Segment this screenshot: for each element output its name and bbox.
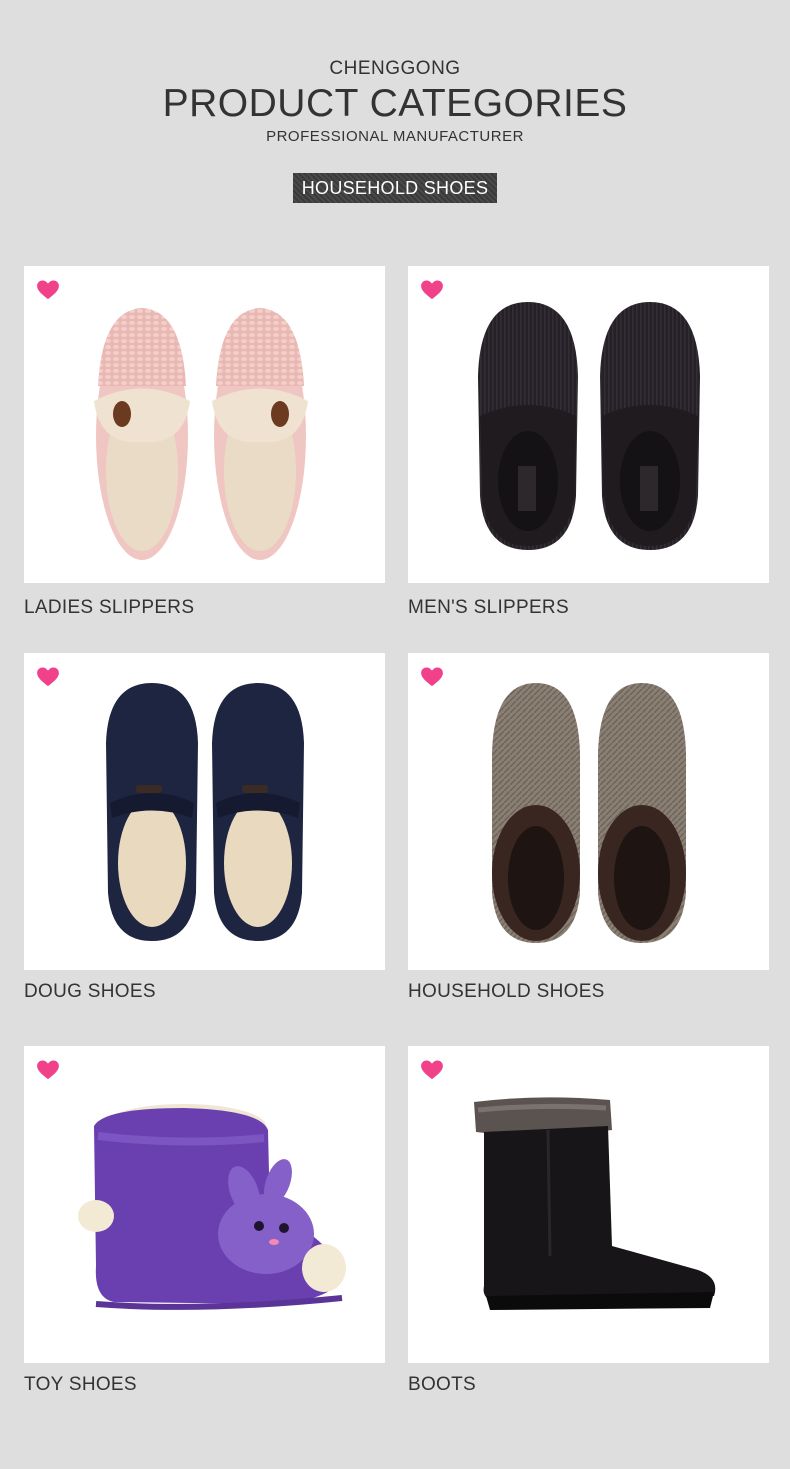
product-label[interactable]: LADIES SLIPPERS <box>24 597 194 619</box>
product-card-doug-shoes[interactable] <box>24 653 385 970</box>
navy-moccasins-image <box>106 683 304 941</box>
product-label[interactable]: BOOTS <box>408 1374 476 1396</box>
product-label[interactable]: TOY SHOES <box>24 1374 137 1396</box>
product-card-mens-slippers[interactable] <box>408 266 769 583</box>
product-label[interactable]: DOUG SHOES <box>24 981 156 1003</box>
product-card-toy-shoes[interactable] <box>24 1046 385 1363</box>
pink-knit-slippers-image <box>94 308 308 560</box>
product-label[interactable]: MEN'S SLIPPERS <box>408 597 569 619</box>
product-card-boots[interactable] <box>408 1046 769 1363</box>
heart-icon[interactable] <box>37 280 59 300</box>
black-suede-boot-image <box>474 1097 716 1310</box>
heart-icon[interactable] <box>37 1060 59 1080</box>
tweed-slippers-image <box>492 683 686 943</box>
product-card-ladies-slippers[interactable] <box>24 266 385 583</box>
page-title: PRODUCT CATEGORIES <box>162 82 628 125</box>
heart-icon[interactable] <box>421 667 443 687</box>
black-corduroy-slippers-image <box>478 302 700 550</box>
brand-name: CHENGGONG <box>329 58 461 79</box>
heart-icon[interactable] <box>421 1060 443 1080</box>
heart-icon[interactable] <box>421 280 443 300</box>
category-tag-household-shoes[interactable]: HOUSEHOLD SHOES <box>293 173 497 203</box>
product-label[interactable]: HOUSEHOLD SHOES <box>408 981 605 1003</box>
purple-plush-bootie-image <box>78 1104 346 1310</box>
heart-icon[interactable] <box>37 667 59 687</box>
page-subtitle: PROFESSIONAL MANUFACTURER <box>266 128 524 145</box>
product-card-household-shoes[interactable] <box>408 653 769 970</box>
